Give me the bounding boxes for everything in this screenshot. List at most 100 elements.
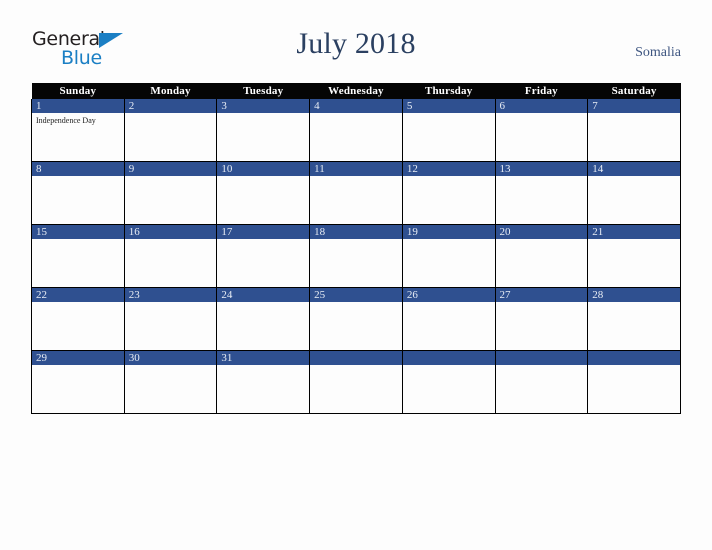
- day-events: [32, 239, 124, 241]
- day-cell-inner: 21: [588, 225, 680, 287]
- page-header: General Blue July 2018 Somalia: [0, 0, 712, 83]
- day-events: [403, 113, 495, 115]
- calendar-day-cell[interactable]: 30: [123, 350, 218, 414]
- day-number: 12: [402, 162, 495, 176]
- calendar-day-cell[interactable]: 17: [216, 224, 311, 288]
- calendar-day-cell[interactable]: 9: [123, 161, 218, 225]
- page-title: July 2018: [296, 27, 416, 60]
- day-cell-inner: 18: [310, 225, 402, 287]
- day-events: [310, 365, 402, 367]
- day-number: [402, 351, 495, 365]
- calendar-day-cell[interactable]: 6: [494, 99, 589, 162]
- calendar-day-cell[interactable]: 11: [309, 161, 403, 225]
- calendar-day-cell[interactable]: 5: [401, 99, 496, 162]
- calendar-day-cell[interactable]: 2: [123, 99, 218, 162]
- calendar-day-cell[interactable]: 12: [401, 161, 496, 225]
- calendar-day-cell[interactable]: 25: [309, 287, 403, 351]
- calendar-day-cell[interactable]: [401, 350, 496, 414]
- day-cell-inner: 12: [402, 162, 495, 224]
- weekday-header-sunday: Sunday: [31, 83, 125, 99]
- day-cell-inner: 24: [217, 288, 310, 350]
- calendar-day-cell[interactable]: 31: [216, 350, 311, 414]
- day-events: [32, 176, 124, 178]
- day-events: [403, 365, 495, 367]
- calendar-day-cell[interactable]: 3: [216, 99, 311, 162]
- calendar-day-cell[interactable]: [494, 350, 589, 414]
- holiday-label: Independence Day: [36, 116, 96, 125]
- day-number: 7: [588, 99, 680, 113]
- day-number: 21: [588, 225, 680, 239]
- calendar-day-cell[interactable]: 10: [216, 161, 311, 225]
- day-number: 27: [495, 288, 588, 302]
- calendar-day-cell[interactable]: 13: [494, 161, 589, 225]
- day-events: [496, 365, 588, 367]
- day-events: [310, 239, 402, 241]
- day-events: [125, 365, 217, 367]
- day-number: 23: [124, 288, 217, 302]
- weekday-header-monday: Monday: [124, 83, 217, 99]
- calendar-day-cell[interactable]: 22: [31, 287, 125, 351]
- day-number: [310, 351, 402, 365]
- calendar-body: 1 Independence Day 2 3 4 5 6 7 8 9 10 11 12 13 14 15 16 1…: [31, 99, 681, 414]
- calendar-day-cell[interactable]: [309, 350, 403, 414]
- day-cell-inner: 22: [32, 288, 124, 350]
- day-events: [403, 176, 495, 178]
- day-events: [217, 239, 309, 241]
- weekday-header-thursday: Thursday: [402, 83, 496, 99]
- day-cell-inner: 20: [495, 225, 588, 287]
- day-cell-inner: [588, 351, 680, 413]
- calendar-day-cell[interactable]: 18: [309, 224, 403, 288]
- calendar-day-cell[interactable]: 26: [401, 287, 496, 351]
- day-number: 10: [217, 162, 310, 176]
- day-number: 17: [217, 225, 310, 239]
- day-number: [495, 351, 588, 365]
- day-number: 16: [124, 225, 217, 239]
- calendar-day-cell[interactable]: 14: [587, 161, 681, 225]
- calendar-day-cell[interactable]: 27: [494, 287, 589, 351]
- calendar-day-cell[interactable]: 23: [123, 287, 218, 351]
- day-events: [588, 176, 680, 178]
- day-number: 31: [217, 351, 310, 365]
- day-events: [496, 302, 588, 304]
- calendar-week-row: 22 23 24 25 26 27 28: [31, 287, 681, 351]
- day-number: 5: [402, 99, 495, 113]
- calendar-day-cell[interactable]: 1 Independence Day: [31, 99, 125, 162]
- day-cell-inner: 3: [217, 99, 310, 161]
- day-number: 8: [32, 162, 124, 176]
- day-cell-inner: 28: [588, 288, 680, 350]
- day-cell-inner: 8: [32, 162, 124, 224]
- calendar-day-cell[interactable]: 21: [587, 224, 681, 288]
- calendar-grid: Sunday Monday Tuesday Wednesday Thursday…: [31, 83, 681, 414]
- calendar-day-cell[interactable]: 16: [123, 224, 218, 288]
- day-events: [310, 302, 402, 304]
- day-events: [310, 113, 402, 115]
- calendar-day-cell[interactable]: 4: [309, 99, 403, 162]
- day-number: 9: [124, 162, 217, 176]
- day-cell-inner: 26: [402, 288, 495, 350]
- day-cell-inner: 23: [124, 288, 217, 350]
- calendar-week-row: 1 Independence Day 2 3 4 5 6 7: [31, 99, 681, 162]
- day-cell-inner: 25: [310, 288, 402, 350]
- day-number: 18: [310, 225, 402, 239]
- day-cell-inner: [402, 351, 495, 413]
- calendar-day-cell[interactable]: 29: [31, 350, 125, 414]
- calendar-day-cell[interactable]: 19: [401, 224, 496, 288]
- day-cell-inner: 30: [124, 351, 217, 413]
- calendar-day-cell[interactable]: 24: [216, 287, 311, 351]
- calendar-day-cell[interactable]: 7: [587, 99, 681, 162]
- day-number: 3: [217, 99, 310, 113]
- calendar-day-cell[interactable]: [587, 350, 681, 414]
- calendar-day-cell[interactable]: 8: [31, 161, 125, 225]
- day-cell-inner: 15: [32, 225, 124, 287]
- day-number: 6: [495, 99, 588, 113]
- day-events: [217, 113, 309, 115]
- day-number: 2: [124, 99, 217, 113]
- day-number: 14: [588, 162, 680, 176]
- day-events: [588, 239, 680, 241]
- calendar-day-cell[interactable]: 28: [587, 287, 681, 351]
- day-events: [32, 302, 124, 304]
- calendar-day-cell[interactable]: 15: [31, 224, 125, 288]
- calendar-day-cell[interactable]: 20: [494, 224, 589, 288]
- day-events: [588, 365, 680, 367]
- day-cell-inner: 6: [495, 99, 588, 161]
